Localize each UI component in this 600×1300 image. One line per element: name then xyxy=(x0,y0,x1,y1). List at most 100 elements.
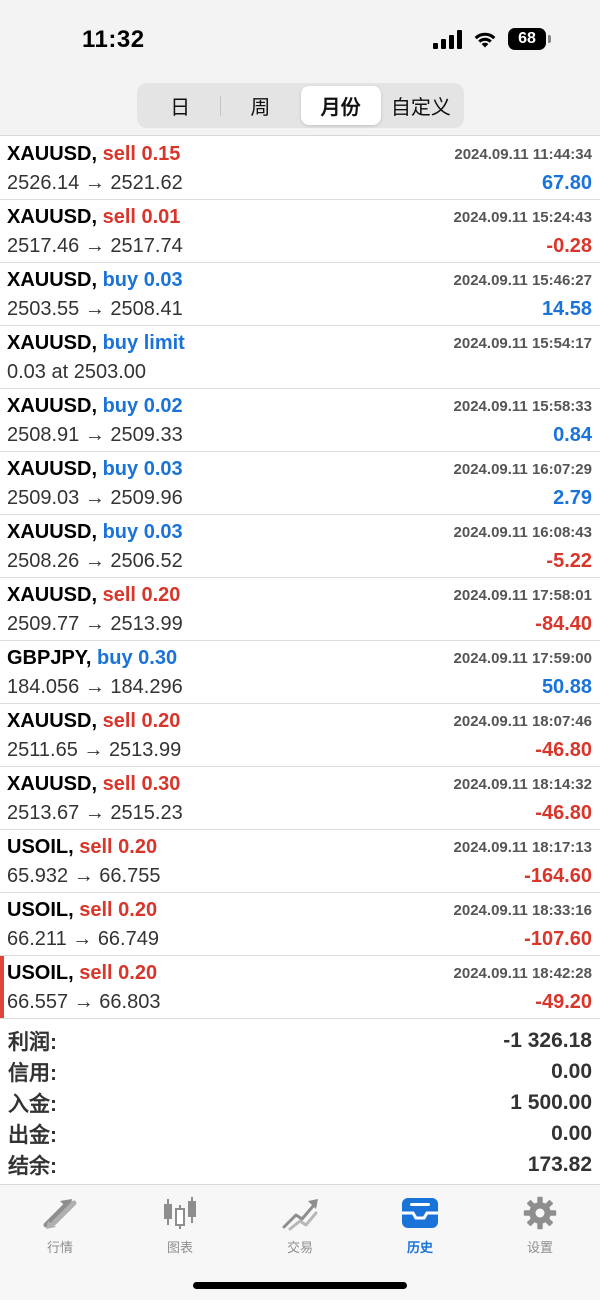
trade-title: USOIL, sell 0.20 xyxy=(7,899,157,922)
segment-month[interactable]: 月份 xyxy=(300,86,381,125)
trade-title: XAUUSD, sell 0.01 xyxy=(7,206,180,229)
arrow-right-icon: → xyxy=(84,550,105,572)
history-row[interactable]: XAUUSD, buy 0.03 2024.09.11 16:08:43 2508.… xyxy=(0,515,600,578)
tab-label: 行情 xyxy=(46,1240,73,1255)
open-price: 2526.14 xyxy=(7,172,80,194)
trade-profit: 0.84 xyxy=(553,424,592,446)
history-row[interactable]: XAUUSD, buy limit 2024.09.11 15:54:17 0.03… xyxy=(0,326,600,389)
trade-prices: 184.056 → 184.296 xyxy=(7,676,183,699)
summary-value: 1 500.00 xyxy=(510,1090,592,1114)
summary-row-withdrawal: 出金: 0.00 xyxy=(0,1118,600,1149)
trade-time: 2024.09.11 18:17:13 xyxy=(453,839,592,856)
trade-volume: 0.20 xyxy=(141,584,181,606)
quotes-arrows-icon xyxy=(0,1193,120,1233)
arrow-right-icon: → xyxy=(84,676,105,698)
trade-volume: limit xyxy=(143,332,185,354)
trade-profit: -107.60 xyxy=(524,928,592,950)
close-price: 2509.96 xyxy=(110,487,183,509)
history-row[interactable]: XAUUSD, buy 0.02 2024.09.11 15:58:33 2508.… xyxy=(0,389,600,452)
period-segmented-control: 日 周 月份 自定义 xyxy=(137,83,464,128)
trade-profit: 50.88 xyxy=(541,676,592,698)
trade-prices: 65.932 → 66.755 xyxy=(7,865,160,888)
arrow-right-icon: → xyxy=(83,739,104,761)
history-row[interactable]: XAUUSD, sell 0.20 2024.09.11 17:58:01 2509… xyxy=(0,578,600,641)
close-price: 66.803 xyxy=(99,991,161,1013)
history-row[interactable]: USOIL, sell 0.20 2024.09.11 18:17:13 65.93… xyxy=(0,830,600,893)
trade-prices: 2513.67 → 2515.23 xyxy=(7,802,183,825)
history-inbox-icon xyxy=(360,1193,480,1233)
tab-history[interactable]: 历史 xyxy=(360,1193,480,1256)
trade-side: buy xyxy=(102,458,139,480)
tab-trade[interactable]: 交易 xyxy=(240,1193,360,1256)
history-row[interactable]: XAUUSD, buy 0.03 2024.09.11 15:46:27 2503.… xyxy=(0,263,600,326)
trade-profit: 2.79 xyxy=(553,487,592,509)
trade-symbol: XAUUSD, xyxy=(7,206,98,228)
close-price: 2517.74 xyxy=(110,235,183,257)
account-summary: 利润: -1 326.18 信用: 0.00 入金: 1 500.00 出金: … xyxy=(0,1025,600,1180)
trade-side: sell xyxy=(79,899,113,921)
trade-time: 2024.09.11 11:44:34 xyxy=(454,146,592,163)
open-price: 66.557 xyxy=(7,991,69,1013)
gear-icon xyxy=(480,1193,600,1233)
trade-profit: -49.20 xyxy=(535,991,592,1013)
trade-title: XAUUSD, buy limit xyxy=(7,332,185,355)
trade-time: 2024.09.11 17:59:00 xyxy=(453,650,592,667)
tab-label: 历史 xyxy=(406,1240,433,1255)
trade-side: buy xyxy=(97,647,133,669)
open-price: 2513.67 xyxy=(7,802,80,824)
segment-custom[interactable]: 自定义 xyxy=(381,86,461,125)
trade-prices: 2508.26 → 2506.52 xyxy=(7,550,183,573)
trade-profit: 14.58 xyxy=(541,298,592,320)
trade-symbol: XAUUSD, xyxy=(7,584,98,606)
history-row[interactable]: USOIL, sell 0.20 2024.09.11 18:33:16 66.21… xyxy=(0,893,600,956)
tab-chart[interactable]: 图表 xyxy=(120,1193,240,1256)
summary-value: 173.82 xyxy=(527,1152,592,1176)
open-price: 2503.55 xyxy=(7,298,80,320)
arrow-right-icon: → xyxy=(73,991,94,1013)
segment-week[interactable]: 周 xyxy=(220,86,300,125)
trade-symbol: XAUUSD, xyxy=(7,269,98,291)
trade-time: 2024.09.11 18:42:28 xyxy=(453,965,592,982)
trade-volume: 0.30 xyxy=(141,773,181,795)
arrow-right-icon: → xyxy=(84,487,105,509)
trade-side: buy xyxy=(102,395,139,417)
history-row[interactable]: XAUUSD, buy 0.03 2024.09.11 16:07:29 2509.… xyxy=(0,452,600,515)
trade-time: 2024.09.11 15:24:43 xyxy=(453,209,592,226)
trade-symbol: XAUUSD, xyxy=(7,143,98,165)
arrow-right-icon: → xyxy=(84,172,105,194)
summary-label: 出金: xyxy=(8,1123,57,1147)
trade-volume: 0.03 xyxy=(143,458,183,480)
tab-settings[interactable]: 设置 xyxy=(480,1193,600,1256)
summary-value: 0.00 xyxy=(551,1059,592,1083)
history-row[interactable]: XAUUSD, sell 0.01 2024.09.11 15:24:43 2517… xyxy=(0,200,600,263)
candlestick-chart-icon xyxy=(120,1193,240,1233)
tab-label: 交易 xyxy=(286,1240,313,1255)
history-row[interactable]: GBPJPY, buy 0.30 2024.09.11 17:59:00 184.0… xyxy=(0,641,600,704)
trade-side: sell xyxy=(102,206,136,228)
trade-symbol: XAUUSD, xyxy=(7,395,98,417)
order-detail: 0.03 at 2503.00 xyxy=(7,361,147,383)
trade-title: XAUUSD, sell 0.20 xyxy=(7,584,180,607)
close-price: 66.755 xyxy=(99,865,161,887)
history-row[interactable]: XAUUSD, sell 0.15 2024.09.11 11:44:34 2526… xyxy=(0,137,600,200)
trade-profit: -84.40 xyxy=(535,613,592,635)
history-row[interactable]: XAUUSD, sell 0.20 2024.09.11 18:07:46 2511… xyxy=(0,704,600,767)
trade-volume: 0.02 xyxy=(143,395,183,417)
close-price: 2513.99 xyxy=(110,613,183,635)
tab-quotes[interactable]: 行情 xyxy=(0,1193,120,1256)
history-row[interactable]: XAUUSD, sell 0.30 2024.09.11 18:14:32 2513… xyxy=(0,767,600,830)
trade-prices: 0.03 at 2503.00 xyxy=(7,361,146,384)
open-price: 2511.65 xyxy=(7,739,78,761)
trade-profit: -0.28 xyxy=(546,235,592,257)
open-price: 2509.03 xyxy=(7,487,80,509)
trade-time: 2024.09.11 18:33:16 xyxy=(453,902,592,919)
trade-symbol: USOIL, xyxy=(7,899,74,921)
history-row[interactable]: USOIL, sell 0.20 2024.09.11 18:42:28 66.55… xyxy=(0,956,600,1019)
trade-volume: 0.20 xyxy=(118,836,158,858)
summary-label: 信用: xyxy=(8,1061,57,1085)
segment-day[interactable]: 日 xyxy=(140,86,220,125)
trade-symbol: XAUUSD, xyxy=(7,521,98,543)
arrow-right-icon: → xyxy=(84,424,105,446)
status-time: 11:32 xyxy=(82,26,145,53)
trade-profit: -164.60 xyxy=(524,865,592,887)
